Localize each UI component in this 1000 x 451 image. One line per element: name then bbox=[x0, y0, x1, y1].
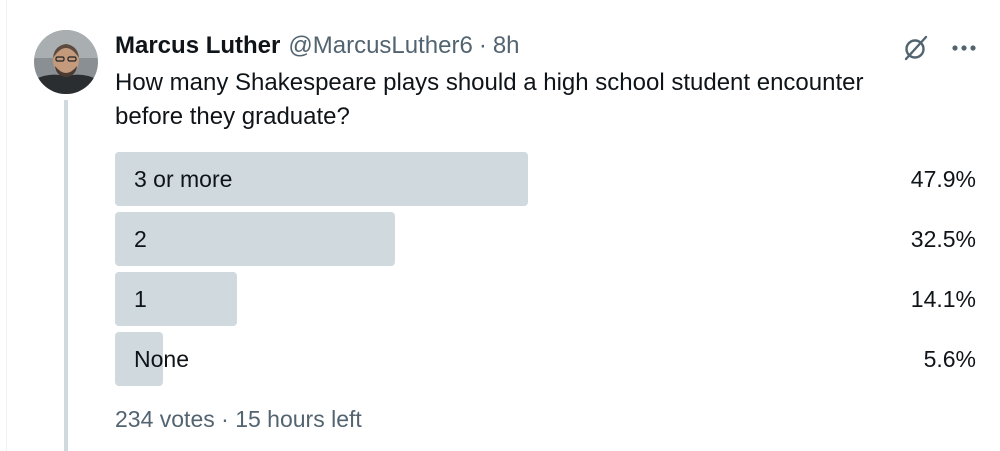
poll-votes: 234 votes bbox=[115, 406, 215, 432]
grok-icon[interactable] bbox=[900, 32, 932, 64]
poll-option-label: 1 bbox=[134, 286, 147, 312]
poll-option: 3 or more 47.9% bbox=[115, 152, 980, 206]
tweet-text: How many Shakespeare plays should a high… bbox=[115, 69, 864, 130]
poll-option-percent: 5.6% bbox=[923, 346, 976, 372]
author-handle[interactable]: @MarcusLuther6 bbox=[288, 32, 472, 60]
tweet-card[interactable]: Marcus Luther @MarcusLuther6 · 8h How ma… bbox=[0, 0, 1000, 451]
poll-footer-separator: · bbox=[221, 406, 229, 432]
tweet-time[interactable]: 8h bbox=[493, 32, 520, 60]
tweet-header: Marcus Luther @MarcusLuther6 · 8h bbox=[115, 30, 520, 62]
more-icon-graphic bbox=[952, 45, 976, 51]
poll-option: None 5.6% bbox=[115, 332, 980, 386]
avatar-photo bbox=[34, 30, 98, 94]
poll-option-label: 2 bbox=[134, 226, 147, 252]
poll-option-percent: 47.9% bbox=[910, 166, 976, 192]
poll-option-percent: 32.5% bbox=[910, 226, 976, 252]
poll-option: 2 32.5% bbox=[115, 212, 980, 266]
divider bbox=[6, 0, 7, 451]
poll-time-left: 15 hours left bbox=[235, 406, 362, 432]
poll-option-label: None bbox=[134, 346, 189, 372]
thread-line bbox=[64, 100, 68, 451]
header-separator: · bbox=[478, 32, 487, 59]
poll: 3 or more 47.9% 2 32.5% 1 14.1% None 5.6% bbox=[115, 152, 980, 392]
poll-option: 1 14.1% bbox=[115, 272, 980, 326]
more-icon[interactable] bbox=[948, 32, 980, 64]
grok-icon-graphic bbox=[904, 35, 928, 61]
poll-option-percent: 14.1% bbox=[910, 286, 976, 312]
avatar[interactable] bbox=[34, 30, 98, 94]
poll-option-bar bbox=[115, 212, 395, 266]
poll-option-label: 3 or more bbox=[134, 166, 233, 192]
poll-footer: 234 votes · 15 hours left bbox=[115, 406, 362, 433]
author-name[interactable]: Marcus Luther bbox=[115, 32, 280, 60]
